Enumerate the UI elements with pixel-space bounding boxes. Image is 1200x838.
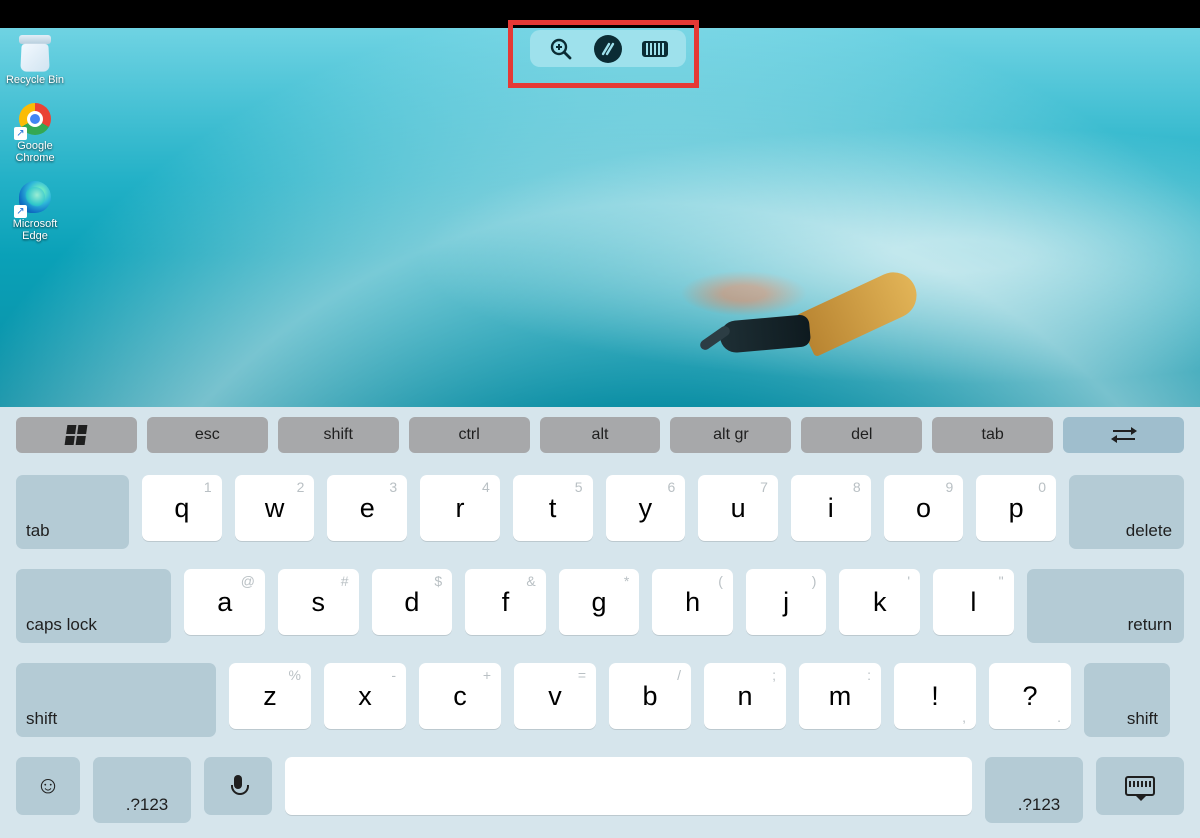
key-f[interactable]: &f bbox=[465, 569, 546, 635]
shift-left-key[interactable]: shift bbox=[16, 663, 216, 737]
key-y[interactable]: 6y bbox=[606, 475, 686, 541]
key-row-2: caps lock @a #s $d &f *g (h )j 'k "l ret… bbox=[0, 569, 1200, 643]
alt-key[interactable]: alt bbox=[540, 417, 661, 453]
key-t[interactable]: 5t bbox=[513, 475, 593, 541]
delete-key[interactable]: delete bbox=[1069, 475, 1184, 549]
microphone-icon bbox=[231, 775, 245, 797]
del-key[interactable]: del bbox=[801, 417, 922, 453]
swap-arrows-icon bbox=[1113, 428, 1135, 442]
numeric-layout-key-left[interactable]: .?123 bbox=[93, 757, 191, 823]
key-w[interactable]: 2w bbox=[235, 475, 315, 541]
icon-label: Microsoft Edge bbox=[4, 218, 66, 242]
device-status-bar bbox=[0, 0, 1200, 28]
key-s[interactable]: #s bbox=[278, 569, 359, 635]
hide-keyboard-icon bbox=[1125, 776, 1155, 796]
capslock-key[interactable]: caps lock bbox=[16, 569, 171, 643]
tab-key[interactable]: tab bbox=[16, 475, 129, 549]
icon-label: Recycle Bin bbox=[6, 74, 64, 86]
ctrl-key[interactable]: ctrl bbox=[409, 417, 530, 453]
desktop-icon-edge[interactable]: ↗ Microsoft Edge bbox=[4, 178, 66, 242]
key-j[interactable]: )j bbox=[746, 569, 827, 635]
key-b[interactable]: /b bbox=[609, 663, 691, 729]
zoom-in-icon bbox=[549, 37, 573, 61]
key-o[interactable]: 9o bbox=[884, 475, 964, 541]
space-key[interactable] bbox=[285, 757, 972, 815]
shift-right-key[interactable]: shift bbox=[1084, 663, 1170, 737]
dictation-key[interactable] bbox=[204, 757, 272, 815]
key-exclaim[interactable]: !, bbox=[894, 663, 976, 729]
numeric-layout-key-right[interactable]: .?123 bbox=[985, 757, 1083, 823]
connection-button[interactable] bbox=[594, 35, 622, 63]
keyboard-toggle-button[interactable] bbox=[641, 35, 669, 63]
key-x[interactable]: -x bbox=[324, 663, 406, 729]
key-k[interactable]: 'k bbox=[839, 569, 920, 635]
esc-key[interactable]: esc bbox=[147, 417, 268, 453]
remote-desktop-screen: Recycle Bin ↗ Google Chrome ↗ Microsoft … bbox=[0, 0, 1200, 838]
emoji-key[interactable]: ☺ bbox=[16, 757, 80, 815]
windows-logo-icon bbox=[65, 425, 88, 445]
key-h[interactable]: (h bbox=[652, 569, 733, 635]
keyboard-icon bbox=[642, 41, 668, 57]
key-i[interactable]: 8i bbox=[791, 475, 871, 541]
desktop-icons: Recycle Bin ↗ Google Chrome ↗ Microsoft … bbox=[4, 34, 66, 242]
altgr-key[interactable]: alt gr bbox=[670, 417, 791, 453]
icon-label: Google Chrome bbox=[4, 140, 66, 164]
edge-icon: ↗ bbox=[16, 178, 54, 216]
key-p[interactable]: 0p bbox=[976, 475, 1056, 541]
chrome-icon: ↗ bbox=[16, 100, 54, 138]
key-row-1: tab 1q 2w 3e 4r 5t 6y 7u 8i 9o 0p delete bbox=[0, 475, 1200, 549]
remote-windows-desktop[interactable]: Recycle Bin ↗ Google Chrome ↗ Microsoft … bbox=[0, 28, 1200, 407]
remote-connection-icon bbox=[600, 41, 616, 57]
key-question[interactable]: ?. bbox=[989, 663, 1071, 729]
key-u[interactable]: 7u bbox=[698, 475, 778, 541]
desktop-icon-recycle-bin[interactable]: Recycle Bin bbox=[4, 34, 66, 86]
key-z[interactable]: %z bbox=[229, 663, 311, 729]
key-r[interactable]: 4r bbox=[420, 475, 500, 541]
desktop-icon-chrome[interactable]: ↗ Google Chrome bbox=[4, 100, 66, 164]
key-v[interactable]: =v bbox=[514, 663, 596, 729]
dismiss-keyboard-key[interactable] bbox=[1096, 757, 1184, 815]
key-d[interactable]: $d bbox=[372, 569, 453, 635]
key-a[interactable]: @a bbox=[184, 569, 265, 635]
key-l[interactable]: "l bbox=[933, 569, 1014, 635]
zoom-button[interactable] bbox=[547, 35, 575, 63]
remote-session-toolbar bbox=[530, 30, 686, 67]
tab-fn-key[interactable]: tab bbox=[932, 417, 1053, 453]
key-n[interactable]: ;n bbox=[704, 663, 786, 729]
recycle-bin-icon bbox=[16, 34, 54, 72]
emoji-icon: ☺ bbox=[36, 772, 61, 800]
function-key-row: esc shift ctrl alt alt gr del tab bbox=[0, 407, 1200, 465]
shift-fn-key[interactable]: shift bbox=[278, 417, 399, 453]
wallpaper-diver bbox=[720, 278, 930, 368]
key-q[interactable]: 1q bbox=[142, 475, 222, 541]
key-row-4: ☺ .?123 .?123 bbox=[0, 757, 1200, 823]
windows-key[interactable] bbox=[16, 417, 137, 453]
on-screen-keyboard: esc shift ctrl alt alt gr del tab tab 1q… bbox=[0, 407, 1200, 838]
key-c[interactable]: +c bbox=[419, 663, 501, 729]
return-key[interactable]: return bbox=[1027, 569, 1184, 643]
key-row-3: shift %z -x +c =v /b ;n :m !, ?. shift bbox=[0, 663, 1200, 737]
key-e[interactable]: 3e bbox=[327, 475, 407, 541]
key-g[interactable]: *g bbox=[559, 569, 640, 635]
swap-key[interactable] bbox=[1063, 417, 1184, 453]
key-m[interactable]: :m bbox=[799, 663, 881, 729]
